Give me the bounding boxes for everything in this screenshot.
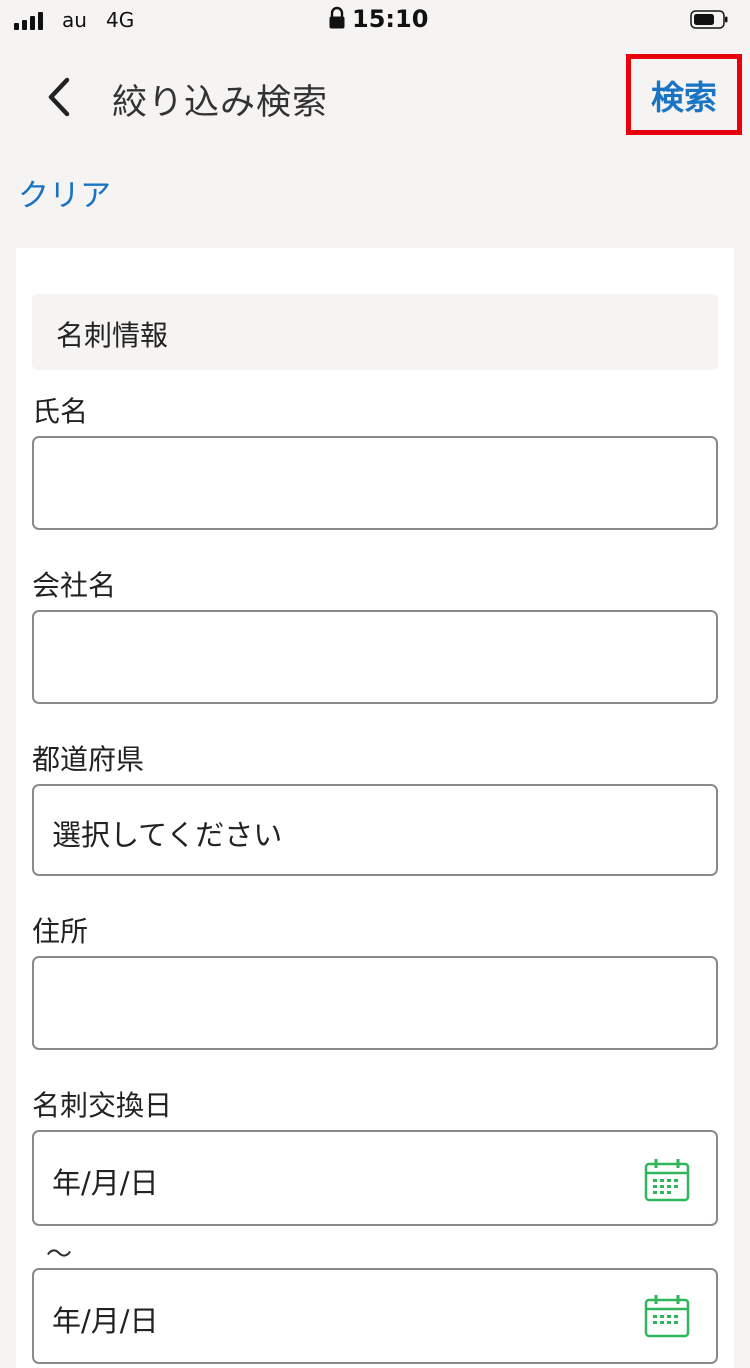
- prefecture-select[interactable]: 選択してください: [32, 784, 718, 876]
- prefecture-value: 選択してください: [52, 818, 283, 852]
- exchange-date-label: 名刺交換日: [32, 1089, 173, 1122]
- search-form: 名刺情報 氏名 会社名 都道府県 選択してください 住所 名刺交換日 年/月/日…: [16, 248, 734, 1368]
- exchange-date-to-input[interactable]: 年/月/日: [32, 1268, 718, 1364]
- page-title: 絞り込み検索: [112, 83, 329, 123]
- name-label: 氏名: [32, 395, 89, 428]
- calendar-icon[interactable]: [644, 1294, 690, 1338]
- exchange-date-from-value: 年/月/日: [52, 1166, 159, 1200]
- address-label: 住所: [32, 915, 89, 948]
- company-input[interactable]: [32, 610, 718, 704]
- prefecture-label: 都道府県: [32, 743, 145, 776]
- calendar-icon[interactable]: [644, 1158, 690, 1202]
- clear-button[interactable]: クリア: [18, 170, 111, 215]
- exchange-date-from-input[interactable]: 年/月/日: [32, 1130, 718, 1226]
- company-label: 会社名: [32, 569, 117, 602]
- status-bar: au 4G 15:10: [0, 0, 750, 40]
- clock: 15:10: [352, 5, 429, 33]
- network-label: 4G: [106, 8, 135, 32]
- section-title: 名刺情報: [56, 319, 169, 352]
- lock-icon: [329, 6, 345, 29]
- chevron-left-icon: [48, 77, 70, 117]
- carrier-label: au: [62, 8, 87, 32]
- back-button[interactable]: [34, 72, 84, 122]
- section-header: 名刺情報: [32, 294, 718, 370]
- battery-icon: [690, 10, 728, 29]
- address-input[interactable]: [32, 956, 718, 1050]
- search-button[interactable]: 検索: [651, 71, 717, 119]
- date-range-separator: ～: [46, 1240, 73, 1270]
- name-input[interactable]: [32, 436, 718, 530]
- search-button-highlight: 検索: [626, 54, 742, 135]
